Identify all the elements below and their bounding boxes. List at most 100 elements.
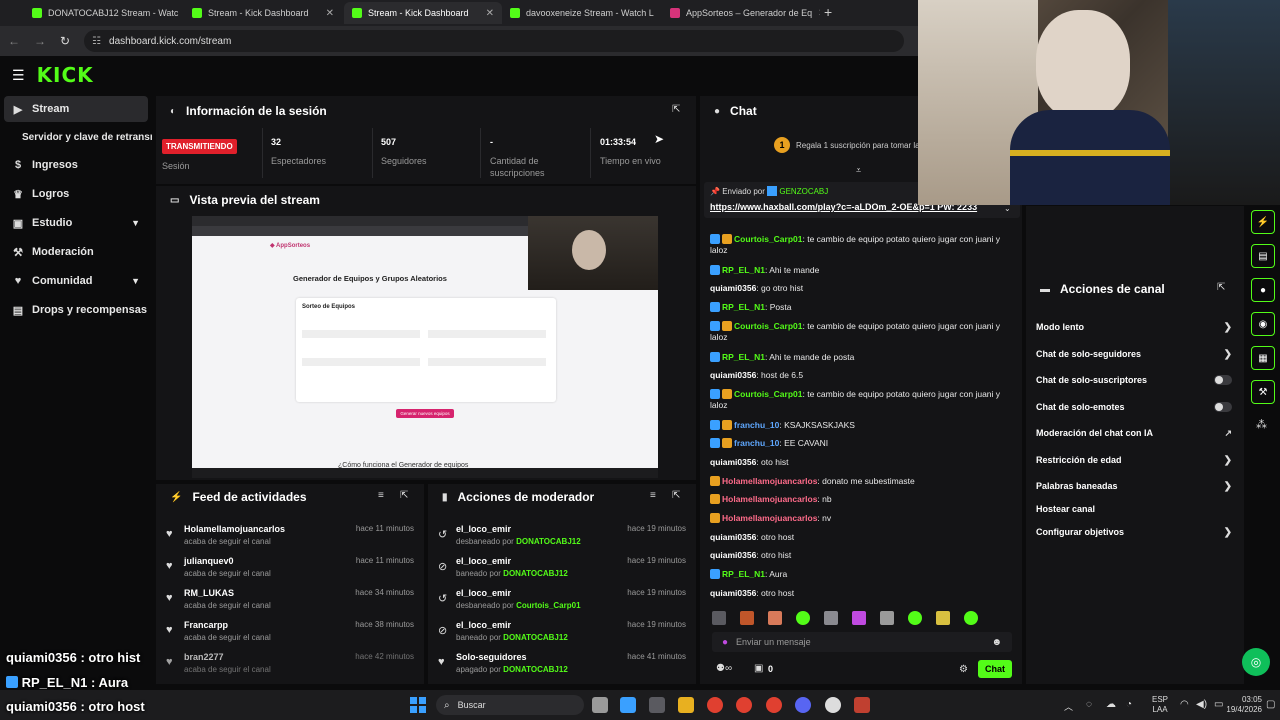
- file-explorer-icon[interactable]: [678, 697, 694, 713]
- points-icon[interactable]: ⚉∞: [716, 663, 732, 674]
- discord-icon[interactable]: [795, 697, 811, 713]
- action-banned-words[interactable]: Palabras baneadas ❯: [1036, 477, 1232, 495]
- chat-username[interactable]: quiami0356: [710, 550, 756, 560]
- menu-icon[interactable]: ☰: [12, 67, 25, 84]
- rail-card-icon[interactable]: ▦: [1251, 346, 1275, 370]
- site-info-icon[interactable]: ☷: [92, 36, 101, 47]
- emote-icon[interactable]: [824, 611, 838, 625]
- emote-icon[interactable]: [740, 611, 754, 625]
- gift-sub-count[interactable]: 1: [774, 137, 790, 153]
- chat-username[interactable]: Holamellamojuancarlos: [722, 476, 817, 486]
- rail-chat-icon[interactable]: ●: [1251, 278, 1275, 302]
- windows-start-icon[interactable]: [410, 697, 426, 713]
- emote-icon[interactable]: [796, 611, 810, 625]
- popout-icon[interactable]: ⇱: [672, 490, 680, 501]
- browser-tab[interactable]: davooxeneize Stream - Watch L✕: [502, 2, 660, 24]
- tray-icon[interactable]: ◔: [1126, 699, 1132, 710]
- notification-icon[interactable]: ▢: [1266, 699, 1275, 710]
- back-icon[interactable]: ←: [8, 34, 20, 48]
- chat-username[interactable]: franchu_10: [734, 438, 779, 448]
- chat-username[interactable]: Courtois_Carp01: [734, 234, 803, 244]
- send-chat-button[interactable]: Chat: [978, 660, 1012, 678]
- action-ai-moderation[interactable]: Moderación del chat con IA ↗: [1036, 424, 1232, 442]
- obs-icon[interactable]: [825, 697, 841, 713]
- chat-username[interactable]: quiami0356: [710, 588, 756, 598]
- popout-icon[interactable]: ⇱: [400, 490, 408, 501]
- app-icon[interactable]: [620, 697, 636, 713]
- app-icon[interactable]: [649, 697, 665, 713]
- popout-icon[interactable]: ⇱: [1217, 282, 1225, 293]
- taskbar-search[interactable]: ⌕ Buscar: [436, 695, 584, 715]
- emoji-icon[interactable]: ☻: [991, 637, 1002, 648]
- emote-icon[interactable]: [852, 611, 866, 625]
- chat-username[interactable]: Courtois_Carp01: [734, 389, 803, 399]
- chat-username[interactable]: quiami0356: [710, 457, 756, 467]
- sidebar-item-drops[interactable]: ▤ Drops y recompensas: [4, 297, 148, 323]
- chrome-icon[interactable]: [766, 697, 782, 713]
- action-age-restriction[interactable]: Restricción de edad ❯: [1036, 451, 1232, 469]
- chat-username[interactable]: quiami0356: [710, 283, 756, 293]
- close-icon[interactable]: ✕: [486, 8, 494, 19]
- gear-icon[interactable]: ⚙: [959, 664, 968, 675]
- shop-icon[interactable]: ▣: [754, 663, 763, 674]
- support-icon[interactable]: ◎: [1242, 648, 1270, 676]
- chat-username[interactable]: RP_EL_N1: [722, 302, 765, 312]
- chat-username[interactable]: RP_EL_N1: [722, 352, 765, 362]
- sidebar-item-ingresos[interactable]: $ Ingresos: [4, 152, 148, 178]
- browser-tab[interactable]: Stream - Kick Dashboard ✕: [184, 2, 342, 24]
- action-followers-only[interactable]: Chat de solo-seguidores ❯: [1036, 345, 1232, 363]
- emote-icon[interactable]: [768, 611, 782, 625]
- new-tab-icon[interactable]: +: [824, 4, 832, 20]
- tray-icon[interactable]: ◌: [1086, 699, 1092, 710]
- kick-logo[interactable]: KICK: [37, 63, 94, 87]
- collapse-icon[interactable]: ⩡: [856, 165, 861, 176]
- emotes-only-toggle[interactable]: [1214, 402, 1232, 412]
- gift-sub-promo[interactable]: Regala 1 suscripción para tomar la p: [796, 141, 918, 150]
- sidebar-item-moderacion[interactable]: ⚒ Moderación: [4, 239, 148, 265]
- url-field[interactable]: ☷ dashboard.kick.com/stream: [84, 30, 905, 52]
- chat-username[interactable]: quiami0356: [710, 532, 756, 542]
- sidebar-item-server-key[interactable]: Servidor y clave de retransm: [4, 124, 152, 150]
- sidebar-item-logros[interactable]: ♛ Logros: [4, 181, 148, 207]
- chat-input[interactable]: ● Enviar un mensaje ☻: [712, 632, 1012, 652]
- rail-broadcast-icon[interactable]: ◉: [1251, 312, 1275, 336]
- action-host-channel[interactable]: Hostear canal: [1036, 500, 1232, 518]
- chrome-icon[interactable]: [736, 697, 752, 713]
- rail-tools-icon[interactable]: ⚒: [1251, 380, 1275, 404]
- clock[interactable]: 03:05 19/4/2026: [1222, 695, 1262, 715]
- emote-icon[interactable]: [908, 611, 922, 625]
- app-icon[interactable]: [854, 697, 870, 713]
- action-goals[interactable]: Configurar objetivos ❯: [1036, 523, 1232, 541]
- chat-username[interactable]: Courtois_Carp01: [734, 321, 803, 331]
- cloud-icon[interactable]: ☁: [1106, 699, 1116, 710]
- reload-icon[interactable]: ↻: [60, 34, 70, 48]
- browser-tab[interactable]: DONATOCABJ12 Stream - Watc✕: [24, 2, 182, 24]
- sidebar-item-estudio[interactable]: ▣ Estudio ▼: [4, 210, 148, 236]
- popout-icon[interactable]: ⇱: [672, 104, 680, 115]
- emote-icon[interactable]: [936, 611, 950, 625]
- emote-icon[interactable]: [964, 611, 978, 625]
- rail-more-icon[interactable]: ⁂: [1256, 418, 1267, 431]
- emote-icon[interactable]: [712, 611, 726, 625]
- close-icon[interactable]: ✕: [326, 8, 334, 19]
- chevron-up-icon[interactable]: ︿: [1064, 700, 1073, 713]
- chrome-icon[interactable]: [707, 697, 723, 713]
- task-view-icon[interactable]: [592, 697, 608, 713]
- stream-preview[interactable]: ◆ AppSorteos Generador de Equipos y Grup…: [192, 216, 658, 478]
- chevron-down-icon[interactable]: ⌄: [1004, 204, 1011, 213]
- chat-username[interactable]: RP_EL_N1: [722, 265, 765, 275]
- language-indicator[interactable]: ESP LAA: [1152, 695, 1168, 715]
- filter-icon[interactable]: ≡: [650, 490, 656, 501]
- wifi-icon[interactable]: ◠: [1180, 699, 1189, 710]
- browser-tab-active[interactable]: Stream - Kick Dashboard ✕: [344, 2, 502, 24]
- volume-icon[interactable]: ◀): [1196, 699, 1207, 710]
- chat-username[interactable]: Holamellamojuancarlos: [722, 494, 817, 504]
- subs-only-toggle[interactable]: [1214, 375, 1232, 385]
- filter-icon[interactable]: ≡: [378, 490, 384, 501]
- chat-username[interactable]: RP_EL_N1: [722, 569, 765, 579]
- sidebar-item-comunidad[interactable]: ♥ Comunidad ▼: [4, 268, 148, 294]
- browser-tab[interactable]: AppSorteos – Generador de Eq✕: [662, 2, 820, 24]
- emote-icon[interactable]: [880, 611, 894, 625]
- action-slow-mode[interactable]: Modo lento ❯: [1036, 318, 1232, 336]
- microphone-icon[interactable]: ●: [722, 637, 728, 648]
